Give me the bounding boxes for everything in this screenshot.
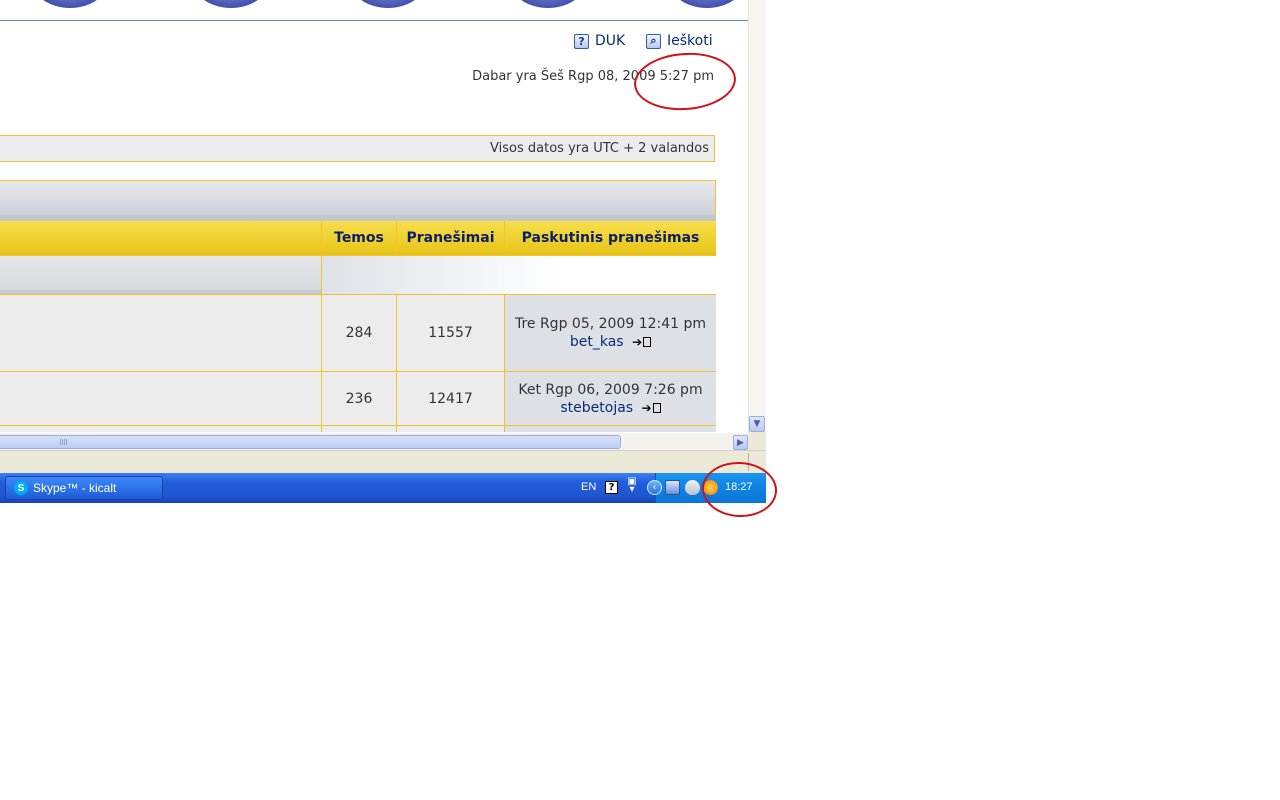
forum-cell[interactable]: [0, 426, 321, 432]
header-decoration-bubble: [507, 0, 589, 8]
language-bar-restore-icon[interactable]: ▣ ▾: [627, 477, 637, 495]
forum-table: Temos Pranešimai Paskutinis pranešimas 2…: [0, 180, 716, 432]
vertical-scrollbar[interactable]: [748, 0, 766, 432]
header-decoration-bubble: [190, 0, 272, 8]
horizontal-scrollbar-thumb[interactable]: [0, 435, 621, 449]
last-post-user-link[interactable]: bet_kas: [570, 334, 624, 350]
table-header: Temos Pranešimai Paskutinis pranešimas: [0, 221, 716, 256]
subcategory-cell: [0, 256, 321, 294]
language-indicator[interactable]: EN: [581, 481, 596, 493]
header-decoration-bubble: [347, 0, 429, 8]
forum-cell[interactable]: [0, 295, 321, 371]
taskbar-button-skype[interactable]: S Skype™ - kicalt: [5, 476, 163, 500]
network-icon[interactable]: [665, 480, 680, 495]
last-post-date: Tre Rgp 05, 2009 12:41 pm: [514, 316, 707, 332]
annotation-circle-system-clock: [700, 460, 779, 519]
faq-label: DUK: [595, 33, 626, 49]
search-link[interactable]: ⌕ Ieškoti: [646, 30, 713, 52]
browser-status-bar: [0, 450, 766, 473]
forum-cell[interactable]: [0, 372, 321, 425]
header-decoration-bubble: [29, 0, 111, 8]
timezone-bar: Visos datos yra UTC + 2 valandos: [0, 135, 715, 162]
scroll-down-arrow-icon[interactable]: ▼: [749, 416, 765, 432]
topics-count: 284: [321, 295, 396, 371]
column-forum: [0, 221, 321, 255]
last-post-user-link[interactable]: stebetojas: [560, 400, 633, 416]
scrollbar-corner: [748, 432, 766, 450]
header-divider: [0, 20, 748, 21]
browser-viewport: ? DUK ⌕ Ieškoti Dabar yra Šeš Rgp 08, 20…: [0, 0, 748, 432]
subcategory-fill: [321, 256, 716, 294]
taskbar-button-label: Skype™ - kicalt: [33, 481, 117, 495]
column-topics: Temos: [321, 221, 396, 255]
skype-icon: S: [14, 481, 28, 495]
posts-cell: [396, 426, 504, 432]
last-post-cell: Ket Rgp 06, 2009 7:26 pm stebetojas ➔: [504, 372, 716, 425]
last-post-date: Ket Rgp 06, 2009 7:26 pm: [518, 381, 703, 398]
last-post-cell: Tre Rgp 05, 2009 12:41 pm bet_kas ➔: [504, 295, 716, 371]
help-icon: ?: [574, 33, 589, 49]
posts-count: 11557: [396, 295, 504, 371]
language-help-icon[interactable]: ?: [605, 481, 618, 494]
table-row[interactable]: 284 11557 Tre Rgp 05, 2009 12:41 pm bet_…: [0, 295, 716, 372]
go-to-post-icon[interactable]: ➔: [642, 399, 661, 417]
topics-count: 236: [321, 372, 396, 425]
table-row[interactable]: 236 12417 Ket Rgp 06, 2009 7:26 pm stebe…: [0, 372, 716, 426]
timezone-note: Visos datos yra UTC + 2 valandos: [490, 141, 709, 156]
column-last-post: Paskutinis pranešimas: [504, 221, 716, 255]
search-label: Ieškoti: [667, 33, 713, 49]
header-decoration-bubble: [666, 0, 748, 8]
scrollbar-grip-icon: [60, 439, 68, 445]
subcategory-row: [0, 256, 716, 295]
category-bar: [0, 180, 716, 215]
scroll-right-arrow-icon[interactable]: ▶: [733, 435, 748, 450]
tray-expand-icon[interactable]: ‹: [647, 480, 662, 495]
last-post-cell: [504, 426, 716, 432]
faq-link[interactable]: ? DUK: [574, 30, 625, 52]
table-row[interactable]: [0, 426, 716, 432]
go-to-post-icon[interactable]: ➔: [632, 333, 652, 351]
security-shield-icon[interactable]: [685, 480, 700, 495]
topics-cell: [321, 426, 396, 432]
posts-count: 12417: [396, 372, 504, 425]
search-icon: ⌕: [646, 33, 661, 49]
column-posts: Pranešimai: [396, 221, 504, 255]
